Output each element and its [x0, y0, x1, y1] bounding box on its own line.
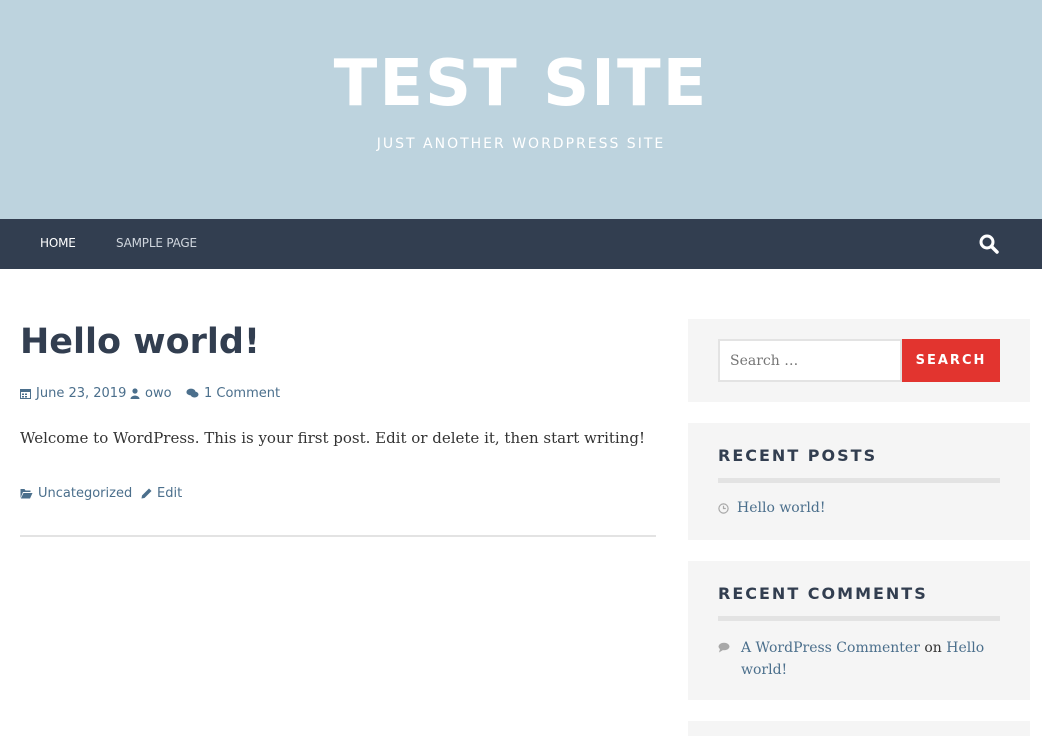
search-input[interactable] — [718, 339, 902, 382]
post-edit-text: Edit — [157, 486, 183, 501]
clock-icon — [718, 502, 729, 514]
widget-title-rule — [718, 478, 1000, 483]
search-icon[interactable] — [979, 234, 999, 254]
user-icon — [130, 388, 140, 399]
recent-comments-widget: RECENT COMMENTS A WordPress Commenter on… — [688, 561, 1030, 700]
post-date[interactable]: June 23, 2019 — [20, 386, 126, 401]
nav-item-sample-page[interactable]: SAMPLE PAGE — [116, 236, 197, 250]
recent-post-item[interactable]: Hello world! — [718, 500, 826, 516]
post-edit-link[interactable]: Edit — [141, 486, 182, 501]
recent-posts-widget: RECENT POSTS Hello world! — [688, 423, 1030, 540]
nav-item-home[interactable]: HOME — [40, 236, 76, 250]
post-content: Welcome to WordPress. This is your first… — [20, 429, 645, 447]
post-divider — [20, 535, 656, 537]
post-title[interactable]: Hello world! — [20, 320, 260, 364]
post-category-text: Uncategorized — [38, 486, 133, 501]
post-author-text: owo — [145, 386, 172, 401]
next-widget — [688, 721, 1030, 736]
site-title[interactable]: TEST SITE — [0, 46, 1042, 122]
recent-post-link[interactable]: Hello world! — [737, 500, 826, 516]
comment-joiner: on — [924, 640, 942, 656]
post-author[interactable]: owo — [130, 386, 172, 401]
search-button[interactable]: SEARCH — [902, 339, 1000, 382]
site-header: TEST SITE JUST ANOTHER WORDPRESS SITE — [0, 0, 1042, 219]
post-comments-link[interactable]: 1 Comment — [186, 386, 280, 401]
comment-icon — [718, 642, 730, 653]
pencil-icon — [141, 488, 152, 499]
calendar-icon — [20, 389, 31, 399]
comment-author-link[interactable]: A WordPress Commenter — [741, 640, 920, 656]
search-widget: SEARCH — [688, 319, 1030, 402]
widget-title-rule — [718, 616, 1000, 621]
main-navigation: HOME SAMPLE PAGE — [0, 219, 1042, 269]
recent-comment-item: A WordPress Commenter on Hello world! — [718, 637, 1000, 681]
site-description: JUST ANOTHER WORDPRESS SITE — [376, 136, 666, 152]
post-date-text: June 23, 2019 — [36, 386, 127, 401]
post-comments-text: 1 Comment — [204, 386, 281, 401]
recent-comments-title: RECENT COMMENTS — [718, 584, 928, 603]
recent-posts-title: RECENT POSTS — [718, 446, 878, 465]
post-category[interactable]: Uncategorized — [20, 486, 132, 501]
comments-icon — [186, 388, 199, 398]
folder-open-icon — [20, 489, 33, 499]
